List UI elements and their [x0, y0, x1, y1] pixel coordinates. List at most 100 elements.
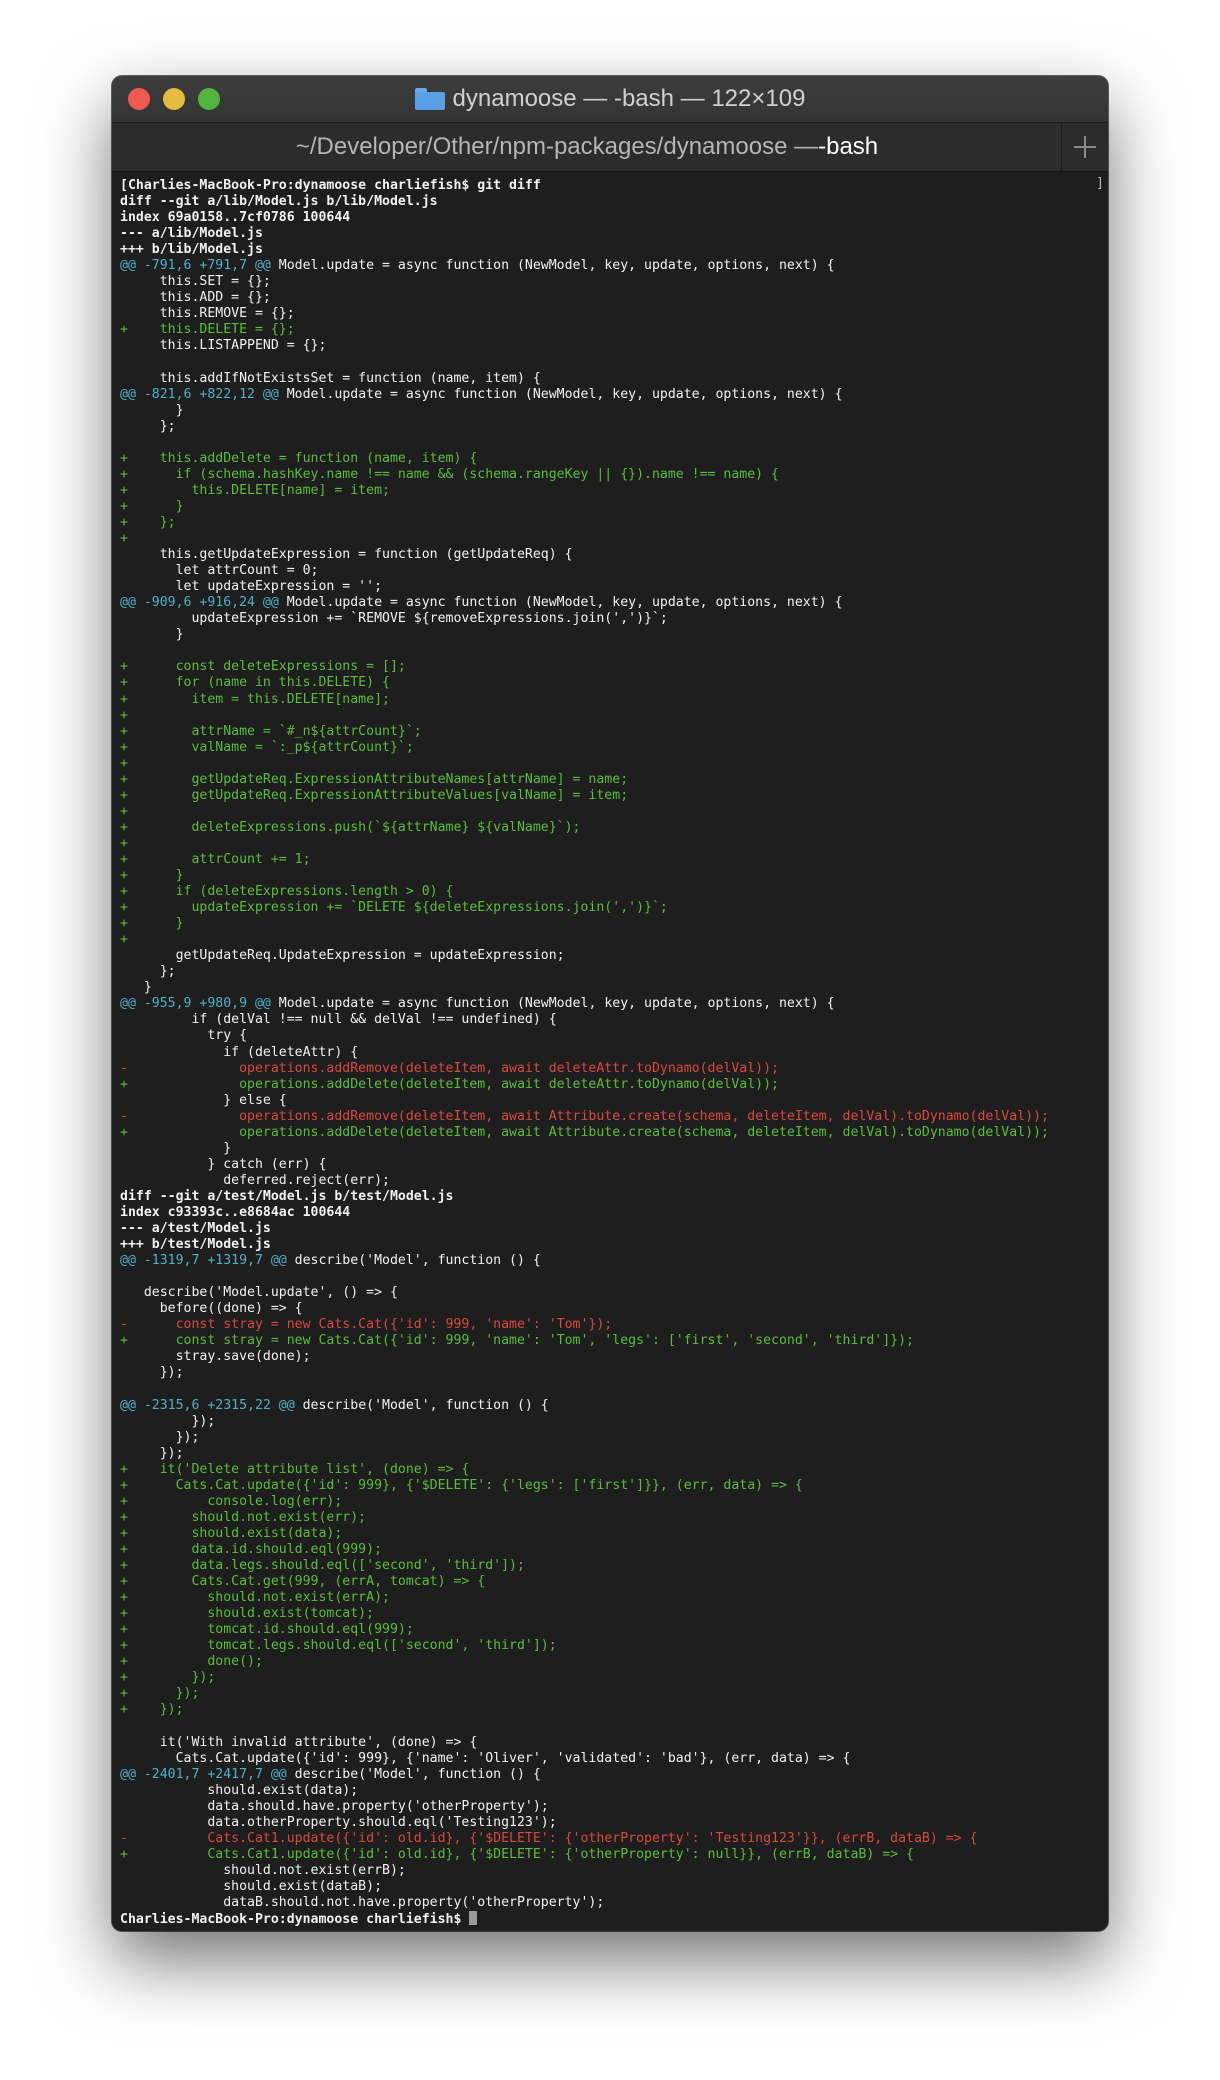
line-text: if (deleteAttr) { — [120, 1044, 359, 1060]
line-text: + — [120, 755, 128, 771]
line-text: + — [120, 803, 128, 819]
terminal-line: - operations.addRemove(deleteItem, await… — [120, 1061, 1108, 1077]
line-text: + attrCount += 1; — [120, 851, 311, 867]
line-text: + if (schema.hashKey.name !== name && (s… — [120, 466, 779, 482]
line-text: } — [120, 1140, 232, 1156]
terminal-line: + tomcat.legs.should.eql(['second', 'thi… — [120, 1638, 1108, 1654]
terminal-line: + item = this.DELETE[name]; — [120, 692, 1108, 708]
line-text: }); — [120, 1445, 184, 1461]
line-text: }); — [120, 1413, 216, 1429]
terminal-line: index 69a0158..7cf0786 100644 — [120, 210, 1108, 226]
line-text: + this.DELETE[name] = item; — [120, 482, 390, 498]
terminal-line: + }); — [120, 1686, 1108, 1702]
terminal-line: + if (schema.hashKey.name !== name && (s… — [120, 467, 1108, 483]
terminal-line: this.SET = {}; — [120, 274, 1108, 290]
terminal-line: it('With invalid attribute', (done) => { — [120, 1735, 1108, 1751]
terminal-line: + if (deleteExpressions.length > 0) { — [120, 884, 1108, 900]
terminal-line: } — [120, 627, 1108, 643]
terminal-line: } else { — [120, 1093, 1108, 1109]
terminal-line: }); — [120, 1446, 1108, 1462]
terminal-line: + Cats.Cat.get(999, (errA, tomcat) => { — [120, 1574, 1108, 1590]
line-text: this.getUpdateExpression = function (get… — [120, 547, 573, 563]
line-text: } — [120, 627, 184, 643]
line-text: } else { — [120, 1092, 287, 1108]
line-text: + }); — [120, 1686, 200, 1702]
line-text: }; — [120, 964, 176, 980]
line-text: - operations.addRemove(deleteItem, await… — [120, 1060, 779, 1076]
hunk-header: @@ -821,6 +822,12 @@ — [120, 386, 279, 402]
hunk-context: describe('Model', function () { — [294, 1397, 549, 1413]
terminal-line: data.otherProperty.should.eql('Testing12… — [120, 1815, 1108, 1831]
line-text: + }); — [120, 1670, 216, 1686]
terminal-line: + const deleteExpressions = []; — [120, 659, 1108, 675]
terminal-line: + — [120, 836, 1108, 852]
terminal-line: this.REMOVE = {}; — [120, 306, 1108, 322]
terminal-line: @@ -2315,6 +2315,22 @@ describe('Model',… — [120, 1398, 1108, 1414]
folder-icon — [414, 88, 445, 110]
window-title-text: dynamoose — -bash — 122×109 — [452, 85, 806, 112]
tab-path: ~/Developer/Other/npm-packages/dynamoose… — [295, 133, 819, 160]
terminal-output[interactable]: ] [Charlies-MacBook-Pro:dynamoose charli… — [112, 172, 1108, 1927]
title-bar[interactable]: dynamoose — -bash — 122×109 — [112, 76, 1108, 123]
terminal-line: }; — [120, 419, 1108, 435]
line-text: should.not.exist(errB); — [120, 1862, 406, 1878]
line-text: before((done) => { — [120, 1301, 303, 1317]
terminal-line: +++ b/test/Model.js — [120, 1237, 1108, 1253]
terminal-line: getUpdateReq.UpdateExpression = updateEx… — [120, 948, 1108, 964]
line-text: deferred.reject(err); — [120, 1172, 390, 1188]
tab-bash[interactable]: ~/Developer/Other/npm-packages/dynamoose… — [112, 123, 1062, 171]
line-text: Cats.Cat.update({'id': 999}, {'name': 'O… — [120, 1750, 851, 1766]
line-text: + deleteExpressions.push(`${attrName} ${… — [120, 819, 581, 835]
terminal-line: should.not.exist(errB); — [120, 1863, 1108, 1879]
terminal-line: - operations.addRemove(deleteItem, await… — [120, 1109, 1108, 1125]
terminal-line: + done(); — [120, 1654, 1108, 1670]
terminal-line: + console.log(err); — [120, 1494, 1108, 1510]
terminal-line: + — [120, 531, 1108, 547]
hunk-header: @@ -909,6 +916,24 @@ — [120, 595, 279, 611]
line-text: } — [120, 402, 184, 418]
line-text: + attrName = `#_n${attrCount}`; — [120, 723, 422, 739]
line-text: - Cats.Cat1.update({'id': old.id}, {'$DE… — [120, 1830, 978, 1846]
new-tab-button[interactable] — [1061, 123, 1108, 171]
terminal-line: if (delVal !== null && delVal !== undefi… — [120, 1012, 1108, 1028]
line-text: } — [120, 980, 152, 996]
line-text: + this.addDelete = function (name, item)… — [120, 450, 478, 466]
line-text: + data.id.should.eql(999); — [120, 1541, 383, 1557]
terminal-line: let attrCount = 0; — [120, 563, 1108, 579]
terminal-line: @@ -909,6 +916,24 @@ Model.update = asyn… — [120, 595, 1108, 611]
hunk-header: @@ -791,6 +791,7 @@ — [120, 258, 271, 274]
terminal-line: + getUpdateReq.ExpressionAttributeNames[… — [120, 772, 1108, 788]
line-text: + for (name in this.DELETE) { — [120, 675, 390, 691]
hunk-context: describe('Model', function () { — [286, 1253, 541, 1269]
line-text: [Charlies-MacBook-Pro:dynamoose charlief… — [120, 178, 541, 193]
terminal-line: + tomcat.id.should.eql(999); — [120, 1622, 1108, 1638]
terminal-line: + getUpdateReq.ExpressionAttributeValues… — [120, 788, 1108, 804]
terminal-line: + this.DELETE = {}; — [120, 322, 1108, 338]
line-text: +++ b/test/Model.js — [120, 1237, 271, 1253]
line-text: + updateExpression += `DELETE ${deleteEx… — [120, 900, 668, 916]
line-text: diff --git a/test/Model.js b/test/Model.… — [120, 1188, 454, 1204]
terminal-line: @@ -2401,7 +2417,7 @@ describe('Model', … — [120, 1767, 1108, 1783]
terminal-line: + — [120, 804, 1108, 820]
line-text: --- a/lib/Model.js — [120, 226, 263, 242]
terminal-line: } — [120, 980, 1108, 996]
line-text: + item = this.DELETE[name]; — [120, 691, 390, 707]
terminal-line: + } — [120, 499, 1108, 515]
terminal-line: before((done) => { — [120, 1301, 1108, 1317]
terminal-line: this.getUpdateExpression = function (get… — [120, 547, 1108, 563]
terminal-line: + should.exist(tomcat); — [120, 1606, 1108, 1622]
line-text: + operations.addDelete(deleteItem, await… — [120, 1076, 779, 1092]
terminal-line: }); — [120, 1414, 1108, 1430]
hunk-context: describe('Model', function () { — [286, 1766, 541, 1782]
line-text: + done(); — [120, 1654, 263, 1670]
line-text: + } — [120, 498, 184, 514]
terminal-line: + — [120, 932, 1108, 948]
terminal-line: @@ -791,6 +791,7 @@ Model.update = async… — [120, 258, 1108, 274]
terminal-line: @@ -821,6 +822,12 @@ Model.update = asyn… — [120, 387, 1108, 403]
hunk-header: @@ -1319,7 +1319,7 @@ — [120, 1253, 287, 1269]
line-text: + Cats.Cat1.update({'id': old.id}, {'$DE… — [120, 1846, 914, 1862]
terminal-line: } — [120, 403, 1108, 419]
